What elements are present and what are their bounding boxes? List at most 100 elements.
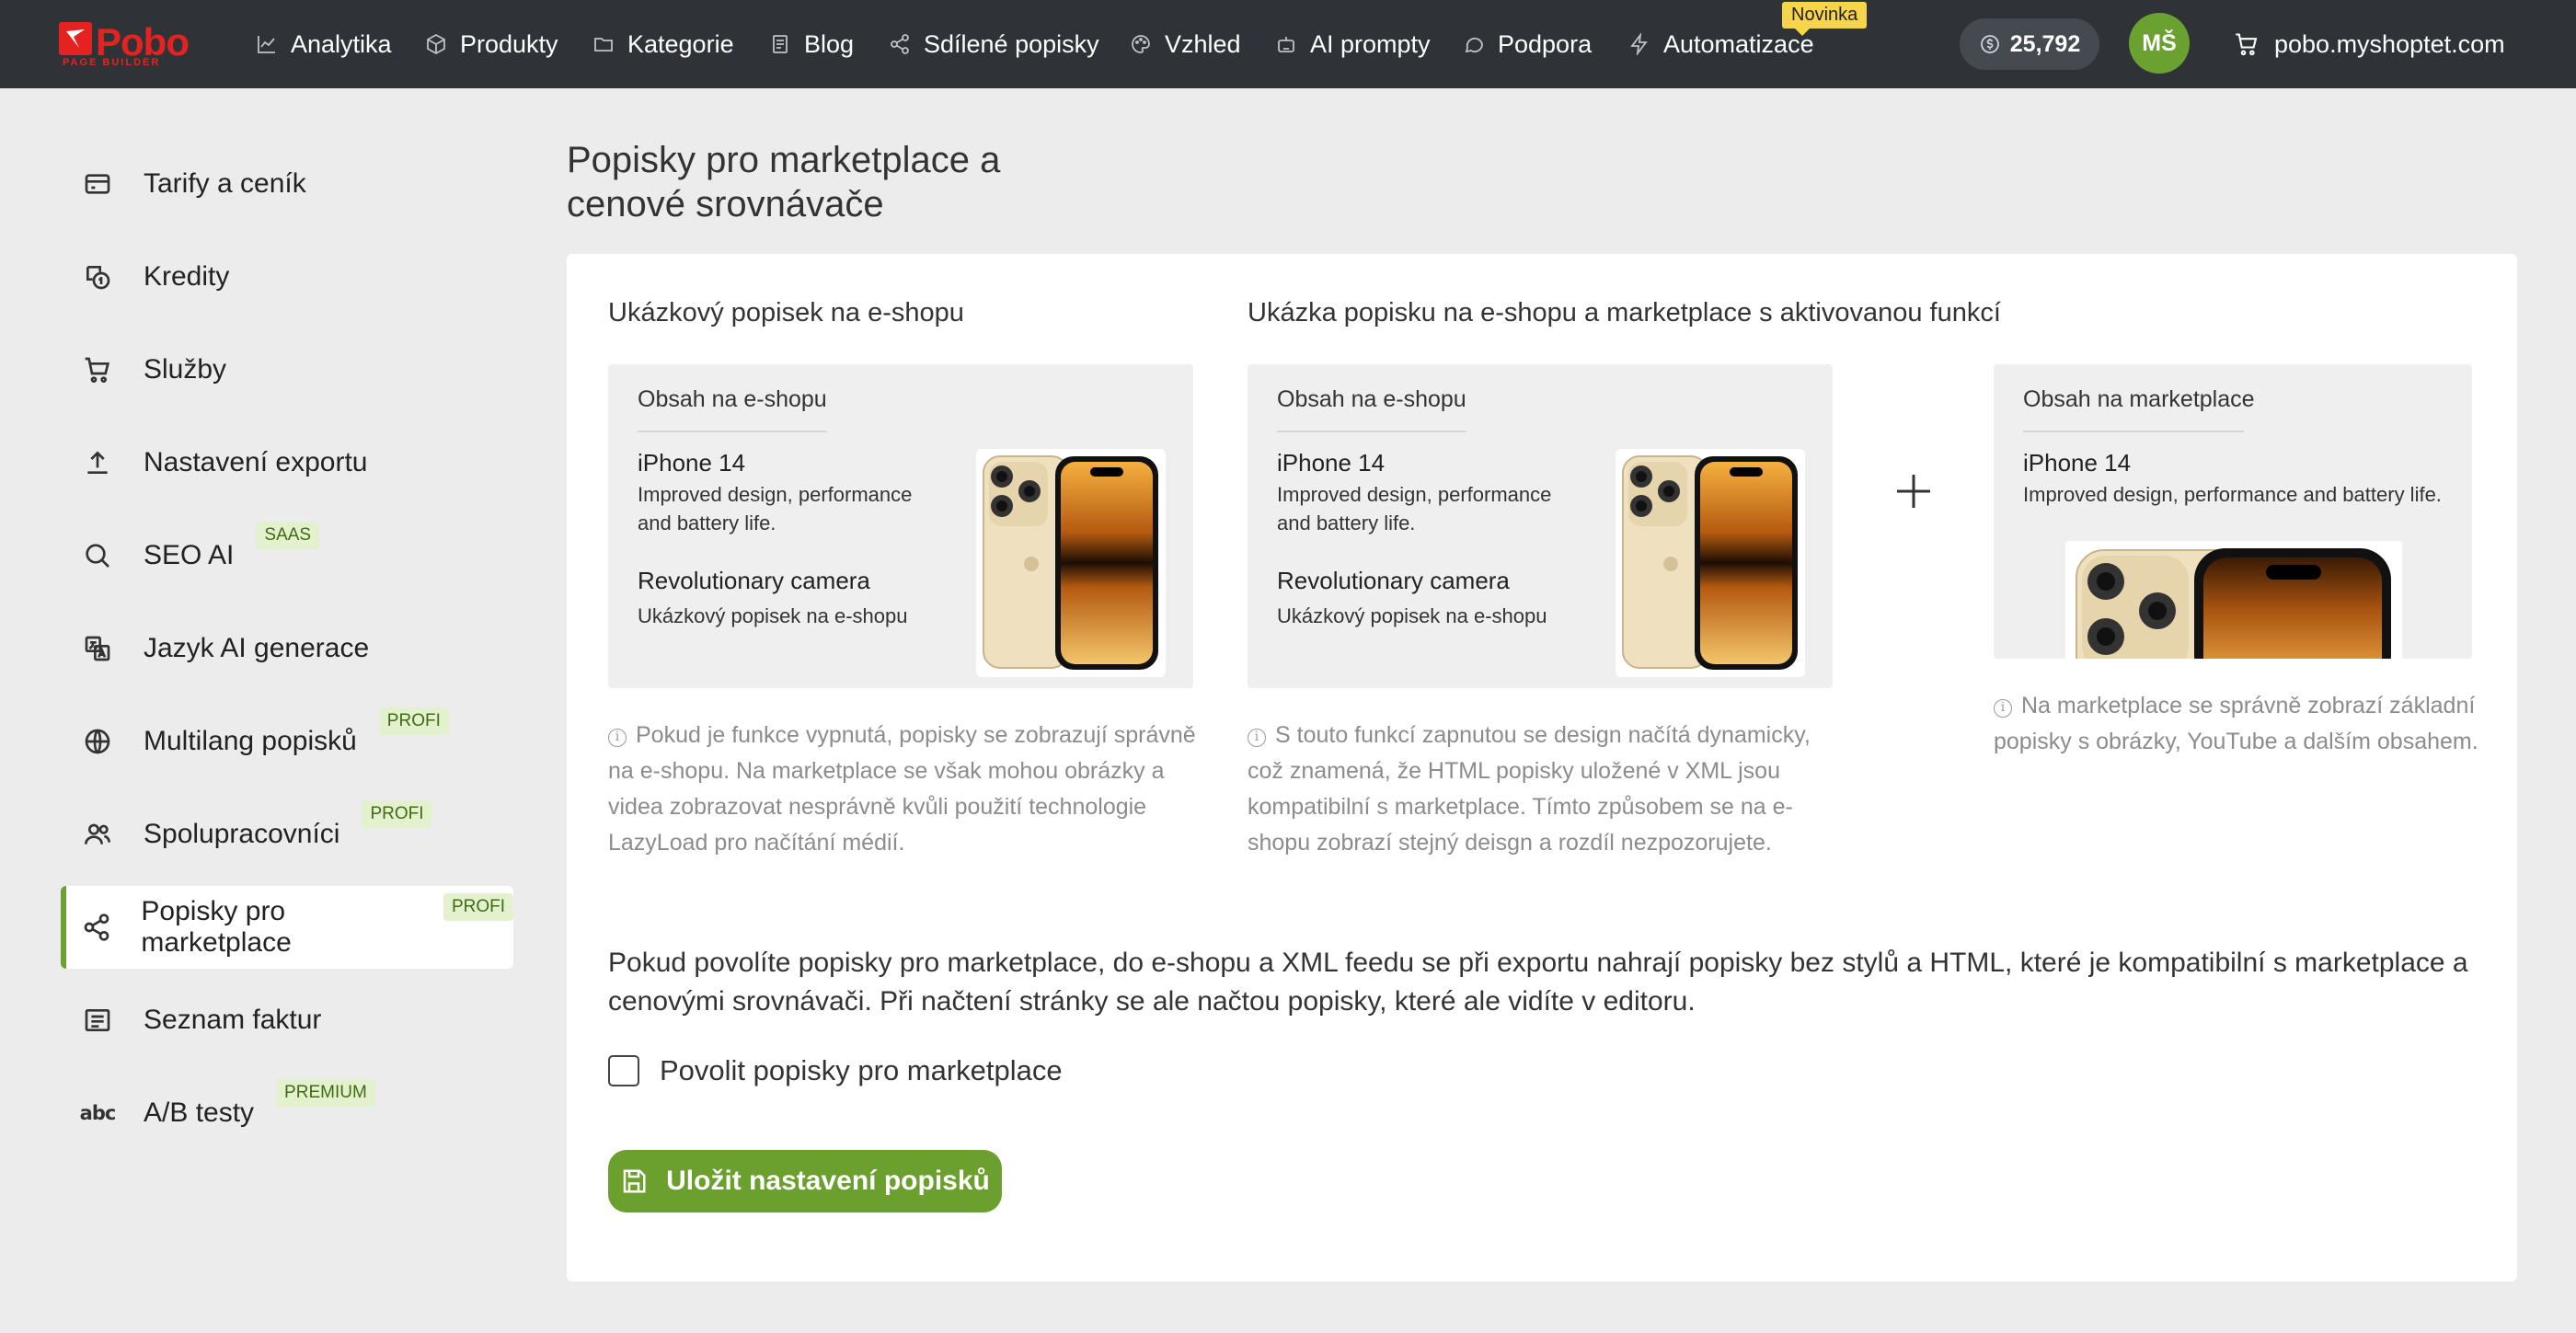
eshop-preview-on: Obsah na e-shopu iPhone 14 Improved desi…: [1248, 364, 1833, 688]
feature-text: Ukázkový popisek na e-shopu: [638, 604, 908, 627]
phone-image-large: [2065, 541, 2402, 659]
sidebar-item-multilang[interactable]: Multilang popisků PROFI: [61, 700, 513, 783]
enable-marketplace-checkbox[interactable]: [608, 1055, 639, 1086]
product-text: Improved design, performance and battery…: [638, 483, 913, 534]
product-name: iPhone 14: [638, 449, 746, 477]
sidebar-item-label: Kredity: [144, 261, 230, 292]
cart-icon: [81, 353, 114, 386]
nav-label: AI prompty: [1310, 29, 1431, 58]
robot-icon: [1278, 37, 1294, 52]
feature-title: Revolutionary camera: [1277, 567, 1510, 594]
sidebar-item-label: Tarify a ceník: [144, 168, 306, 199]
coins-icon: [81, 260, 114, 293]
abc-icon: abc: [79, 1102, 117, 1124]
chart-line-icon: [258, 36, 275, 53]
sidebar-item-seo-ai[interactable]: SEO AI SAAS: [61, 514, 513, 597]
info-note-text: Pokud je funkce vypnutá, popisky se zobr…: [608, 722, 1196, 856]
info-note-text: S touto funkcí zapnutou se design načítá…: [1248, 722, 1811, 856]
divider: [2023, 431, 2244, 432]
enable-marketplace-checkbox-row[interactable]: Povolit popisky pro marketplace: [608, 1054, 1063, 1087]
nav-analytika[interactable]: Analytika: [256, 0, 392, 88]
product-name: iPhone 14: [1277, 449, 1386, 477]
sidebar-item-label: Služby: [144, 354, 227, 385]
users-icon: [81, 818, 114, 851]
new-feature-badge: Novinka: [1782, 2, 1868, 36]
credits-value: 25,792: [2009, 30, 2081, 57]
page-title: Popisky pro marketplace a cenové srovnáv…: [567, 140, 1001, 224]
sidebar-item-label: Jazyk AI generace: [144, 633, 370, 663]
globe-icon: [81, 725, 114, 758]
upload-icon: [81, 446, 114, 479]
info-icon: i: [1994, 699, 2012, 718]
checkbox-label: Povolit popisky pro marketplace: [660, 1054, 1063, 1086]
preview-heading: Obsah na marketplace: [2023, 386, 2255, 412]
info-note-off: i Pokud je funkce vypnutá, popisky se zob…: [608, 718, 1197, 861]
sidebar-item-jazyk-ai[interactable]: Jazyk AI generace: [61, 607, 513, 690]
chat-icon: [1465, 37, 1483, 53]
plan-badge: PROFI: [443, 893, 513, 921]
credit-card-icon: [81, 167, 114, 201]
nav-label: Sdílené popisky: [924, 29, 1099, 58]
nav-label: Vzhled: [1165, 29, 1241, 58]
info-icon: i: [1248, 729, 1266, 747]
folder-icon: [594, 38, 613, 52]
logo-subtitle: PAGE BUILDER: [63, 57, 161, 68]
nav-ai-prompty[interactable]: AI prompty: [1275, 0, 1431, 88]
product-name: iPhone 14: [2023, 449, 2132, 477]
feature-description: Pokud povolíte popisky pro marketplace, …: [608, 948, 2468, 1017]
pobo-logo[interactable]: Pobo PAGE BUILDER: [59, 20, 206, 68]
nav-label: Blog: [804, 29, 855, 58]
sidebar-item-kredity[interactable]: Kredity: [61, 236, 513, 318]
phone-image: [976, 449, 1166, 677]
sidebar-item-label: Nastavení exportu: [144, 447, 368, 477]
sidebar-item-spolupracovnici[interactable]: Spolupracovníci PROFI: [61, 793, 513, 876]
preview-heading: Obsah na e-shopu: [638, 386, 827, 412]
shop-link[interactable]: pobo.myshoptet.com: [2234, 0, 2505, 88]
credits-balance[interactable]: 25,792: [1960, 18, 2099, 70]
product-text: Improved design, performance and battery…: [2023, 483, 2442, 506]
nav-kategorie[interactable]: Kategorie: [592, 0, 734, 88]
divider: [638, 431, 827, 432]
top-navigation-bar: Pobo PAGE BUILDER Analytika Produkty Kat…: [0, 0, 2576, 88]
plan-badge: PROFI: [362, 800, 432, 828]
share-icon: [81, 911, 111, 944]
sidebar-item-label: A/B testy: [144, 1097, 255, 1128]
save-settings-button[interactable]: Uložit nastavení popisků: [608, 1150, 1002, 1212]
sidebar-item-popisky-marketplace[interactable]: Popisky pro marketplace PROFI: [61, 886, 513, 969]
nav-label: Analytika: [291, 29, 392, 58]
preview-heading: Obsah na e-shopu: [1277, 386, 1466, 412]
divider: [1277, 431, 1466, 432]
cart-icon: [2236, 33, 2258, 56]
sidebar-item-sluzby[interactable]: Služby: [61, 328, 513, 411]
floppy-disk-icon: [623, 1169, 646, 1193]
nav-label: Kategorie: [627, 29, 734, 58]
coin-icon: [1980, 35, 1999, 53]
translate-icon: [81, 632, 114, 665]
sidebar-item-ab-testy[interactable]: abc A/B testy PREMIUM: [61, 1072, 513, 1155]
sidebar-item-label: Popisky pro marketplace: [141, 896, 292, 958]
sidebar-item-label: Seznam faktur: [144, 1005, 322, 1035]
eshop-preview-off: Obsah na e-shopu iPhone 14 Improved desi…: [608, 364, 1193, 688]
sidebar-item-nastaveni-exportu[interactable]: Nastavení exportu: [61, 421, 513, 504]
share-icon: [891, 34, 909, 54]
search-icon: [81, 539, 114, 572]
nav-sdilene-popisky[interactable]: Sdílené popisky: [889, 0, 1099, 88]
nav-produkty[interactable]: Produkty: [425, 0, 558, 88]
section-title-eshop-example: Ukázkový popisek na e-shopu: [608, 298, 964, 328]
box-icon: [427, 33, 445, 55]
feature-title: Revolutionary camera: [638, 567, 870, 594]
phone-image: [1616, 449, 1805, 677]
info-note-text: Na marketplace se správně zobrazí základ…: [1994, 693, 2478, 754]
section-title-activated-example: Ukázka popisku na e-shopu a marketplace …: [1248, 298, 2001, 328]
nav-podpora[interactable]: Podpora: [1463, 0, 1592, 88]
product-text: Improved design, performance and battery…: [1277, 483, 1552, 534]
sidebar-item-seznam-faktur[interactable]: Seznam faktur: [61, 979, 513, 1062]
nav-blog[interactable]: Blog: [769, 0, 854, 88]
info-note-on: iS touto funkcí zapnutou se design načít…: [1248, 718, 1836, 861]
sidebar-item-label: Multilang popisků: [144, 726, 357, 756]
user-avatar[interactable]: MŠ: [2129, 13, 2190, 74]
plan-badge: PREMIUM: [276, 1079, 375, 1107]
sidebar-item-tarify[interactable]: Tarify a ceník: [61, 143, 513, 225]
marketplace-preview: Obsah na marketplace iPhone 14 Improved …: [1994, 364, 2472, 659]
nav-vzhled[interactable]: Vzhled: [1130, 0, 1241, 88]
